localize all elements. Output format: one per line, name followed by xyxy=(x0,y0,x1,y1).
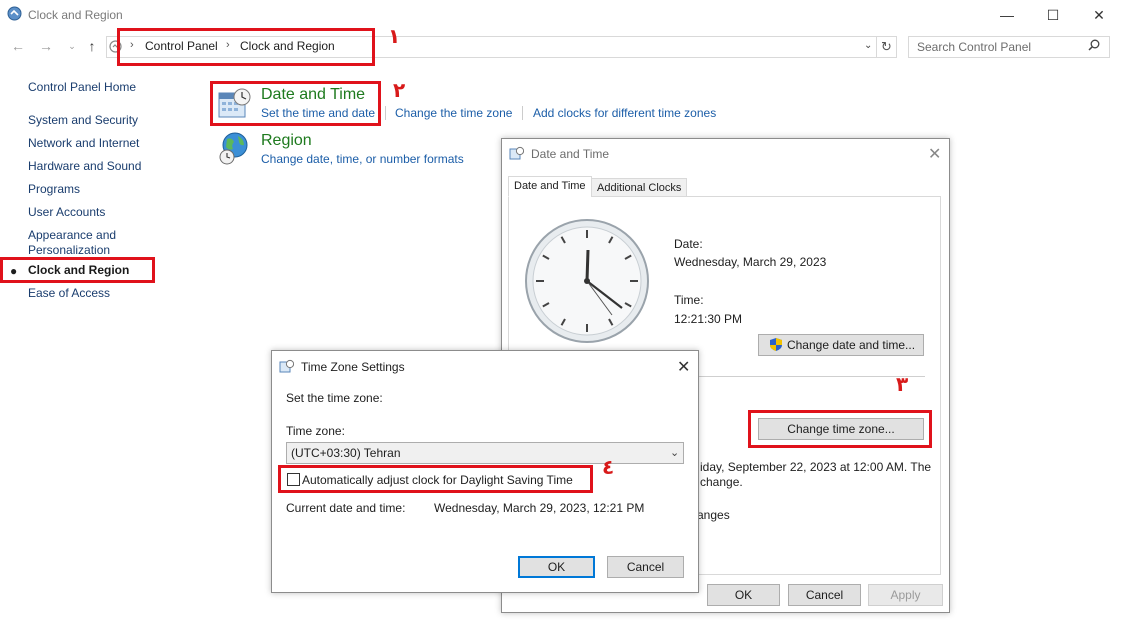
highlight-box-address xyxy=(117,28,375,66)
window-title: Clock and Region xyxy=(28,8,123,22)
add-clocks-link[interactable]: Add clocks for different time zones xyxy=(533,106,716,120)
date-and-time-dialog-title: Date and Time xyxy=(531,147,610,161)
sidebar-item-programs[interactable]: Programs xyxy=(28,182,80,197)
dst-info-text-line3: anges xyxy=(697,508,730,522)
search-input[interactable]: Search Control Panel xyxy=(908,36,1110,58)
sidebar-item-appearance-and-personalization[interactable]: Appearance and Personalization xyxy=(28,228,138,258)
time-zone-dialog-icon xyxy=(279,359,295,377)
region-title[interactable]: Region xyxy=(261,132,312,150)
annotation-number-3: ٣ xyxy=(896,372,909,396)
tab-additional-clocks[interactable]: Additional Clocks xyxy=(591,178,688,197)
time-zone-ok-button[interactable]: OK xyxy=(518,556,595,578)
current-date-time-value: Wednesday, March 29, 2023, 12:21 PM xyxy=(434,501,645,515)
annotation-number-4: ٤ xyxy=(602,455,615,479)
time-zone-label: Time zone: xyxy=(286,424,345,438)
uac-shield-icon xyxy=(769,337,783,355)
date-time-cancel-button[interactable]: Cancel xyxy=(788,584,861,606)
date-time-apply-button[interactable]: Apply xyxy=(868,584,943,606)
annotation-number-1: ١ xyxy=(388,24,401,48)
up-arrow-icon[interactable]: ↑ xyxy=(82,38,102,56)
time-zone-dialog-title: Time Zone Settings xyxy=(301,360,405,374)
select-chevron-down-icon[interactable]: ⌄ xyxy=(670,446,679,459)
link-separator xyxy=(522,106,523,120)
highlight-box-change-time-zone xyxy=(748,410,932,448)
annotation-number-2: ٢ xyxy=(393,78,406,102)
minimize-button[interactable]: — xyxy=(984,0,1030,30)
time-value: 12:21:30 PM xyxy=(674,312,743,326)
time-label: Time: xyxy=(674,293,704,307)
time-zone-dialog-close-icon[interactable]: ✕ xyxy=(677,357,690,377)
date-time-ok-button[interactable]: OK xyxy=(707,584,780,606)
region-globe-icon[interactable] xyxy=(218,131,250,168)
highlight-box-date-and-time xyxy=(210,81,381,126)
dst-info-text-line2: change. xyxy=(700,475,743,489)
highlight-box-sidebar xyxy=(0,257,155,283)
sidebar-item-system-and-security[interactable]: System and Security xyxy=(28,113,138,128)
dialog-divider xyxy=(697,376,925,377)
tab-date-and-time[interactable]: Date and Time xyxy=(508,176,592,197)
control-panel-app-icon xyxy=(7,6,22,24)
time-zone-cancel-button[interactable]: Cancel xyxy=(607,556,684,578)
change-time-zone-link[interactable]: Change the time zone xyxy=(395,106,512,120)
recent-locations-chevron-icon[interactable]: ⌄ xyxy=(62,41,82,59)
close-button[interactable]: ✕ xyxy=(1076,0,1122,30)
sidebar-item-user-accounts[interactable]: User Accounts xyxy=(28,205,105,220)
date-value: Wednesday, March 29, 2023 xyxy=(674,255,827,269)
link-separator xyxy=(385,106,386,120)
refresh-icon[interactable]: ↻ xyxy=(877,36,897,58)
date-and-time-dialog-close-icon[interactable]: ✕ xyxy=(928,144,941,164)
maximize-button[interactable]: ☐ xyxy=(1030,0,1076,30)
title-bar xyxy=(0,0,1122,30)
sidebar-item-control-panel-home[interactable]: Control Panel Home xyxy=(28,80,136,95)
date-label: Date: xyxy=(674,237,703,251)
dst-info-text-line1: iday, September 22, 2023 at 12:00 AM. Th… xyxy=(700,460,932,474)
set-time-zone-label: Set the time zone: xyxy=(286,391,383,405)
analog-clock-face xyxy=(524,218,650,347)
current-date-time-label: Current date and time: xyxy=(286,501,406,515)
address-dropdown-chevron-icon[interactable]: ⌄ xyxy=(864,40,872,51)
change-formats-link[interactable]: Change date, time, or number formats xyxy=(261,152,464,166)
back-arrow-icon[interactable]: ← xyxy=(8,38,28,56)
highlight-box-dst-checkbox xyxy=(278,465,593,493)
search-icon[interactable] xyxy=(1088,39,1100,54)
sidebar-item-network-and-internet[interactable]: Network and Internet xyxy=(28,136,139,151)
time-zone-select[interactable]: (UTC+03:30) Tehran xyxy=(286,442,684,464)
forward-arrow-icon[interactable]: → xyxy=(36,38,56,56)
sidebar-item-ease-of-access[interactable]: Ease of Access xyxy=(28,286,110,301)
dialog-clock-calendar-icon xyxy=(509,146,525,164)
sidebar-item-hardware-and-sound[interactable]: Hardware and Sound xyxy=(28,159,141,174)
